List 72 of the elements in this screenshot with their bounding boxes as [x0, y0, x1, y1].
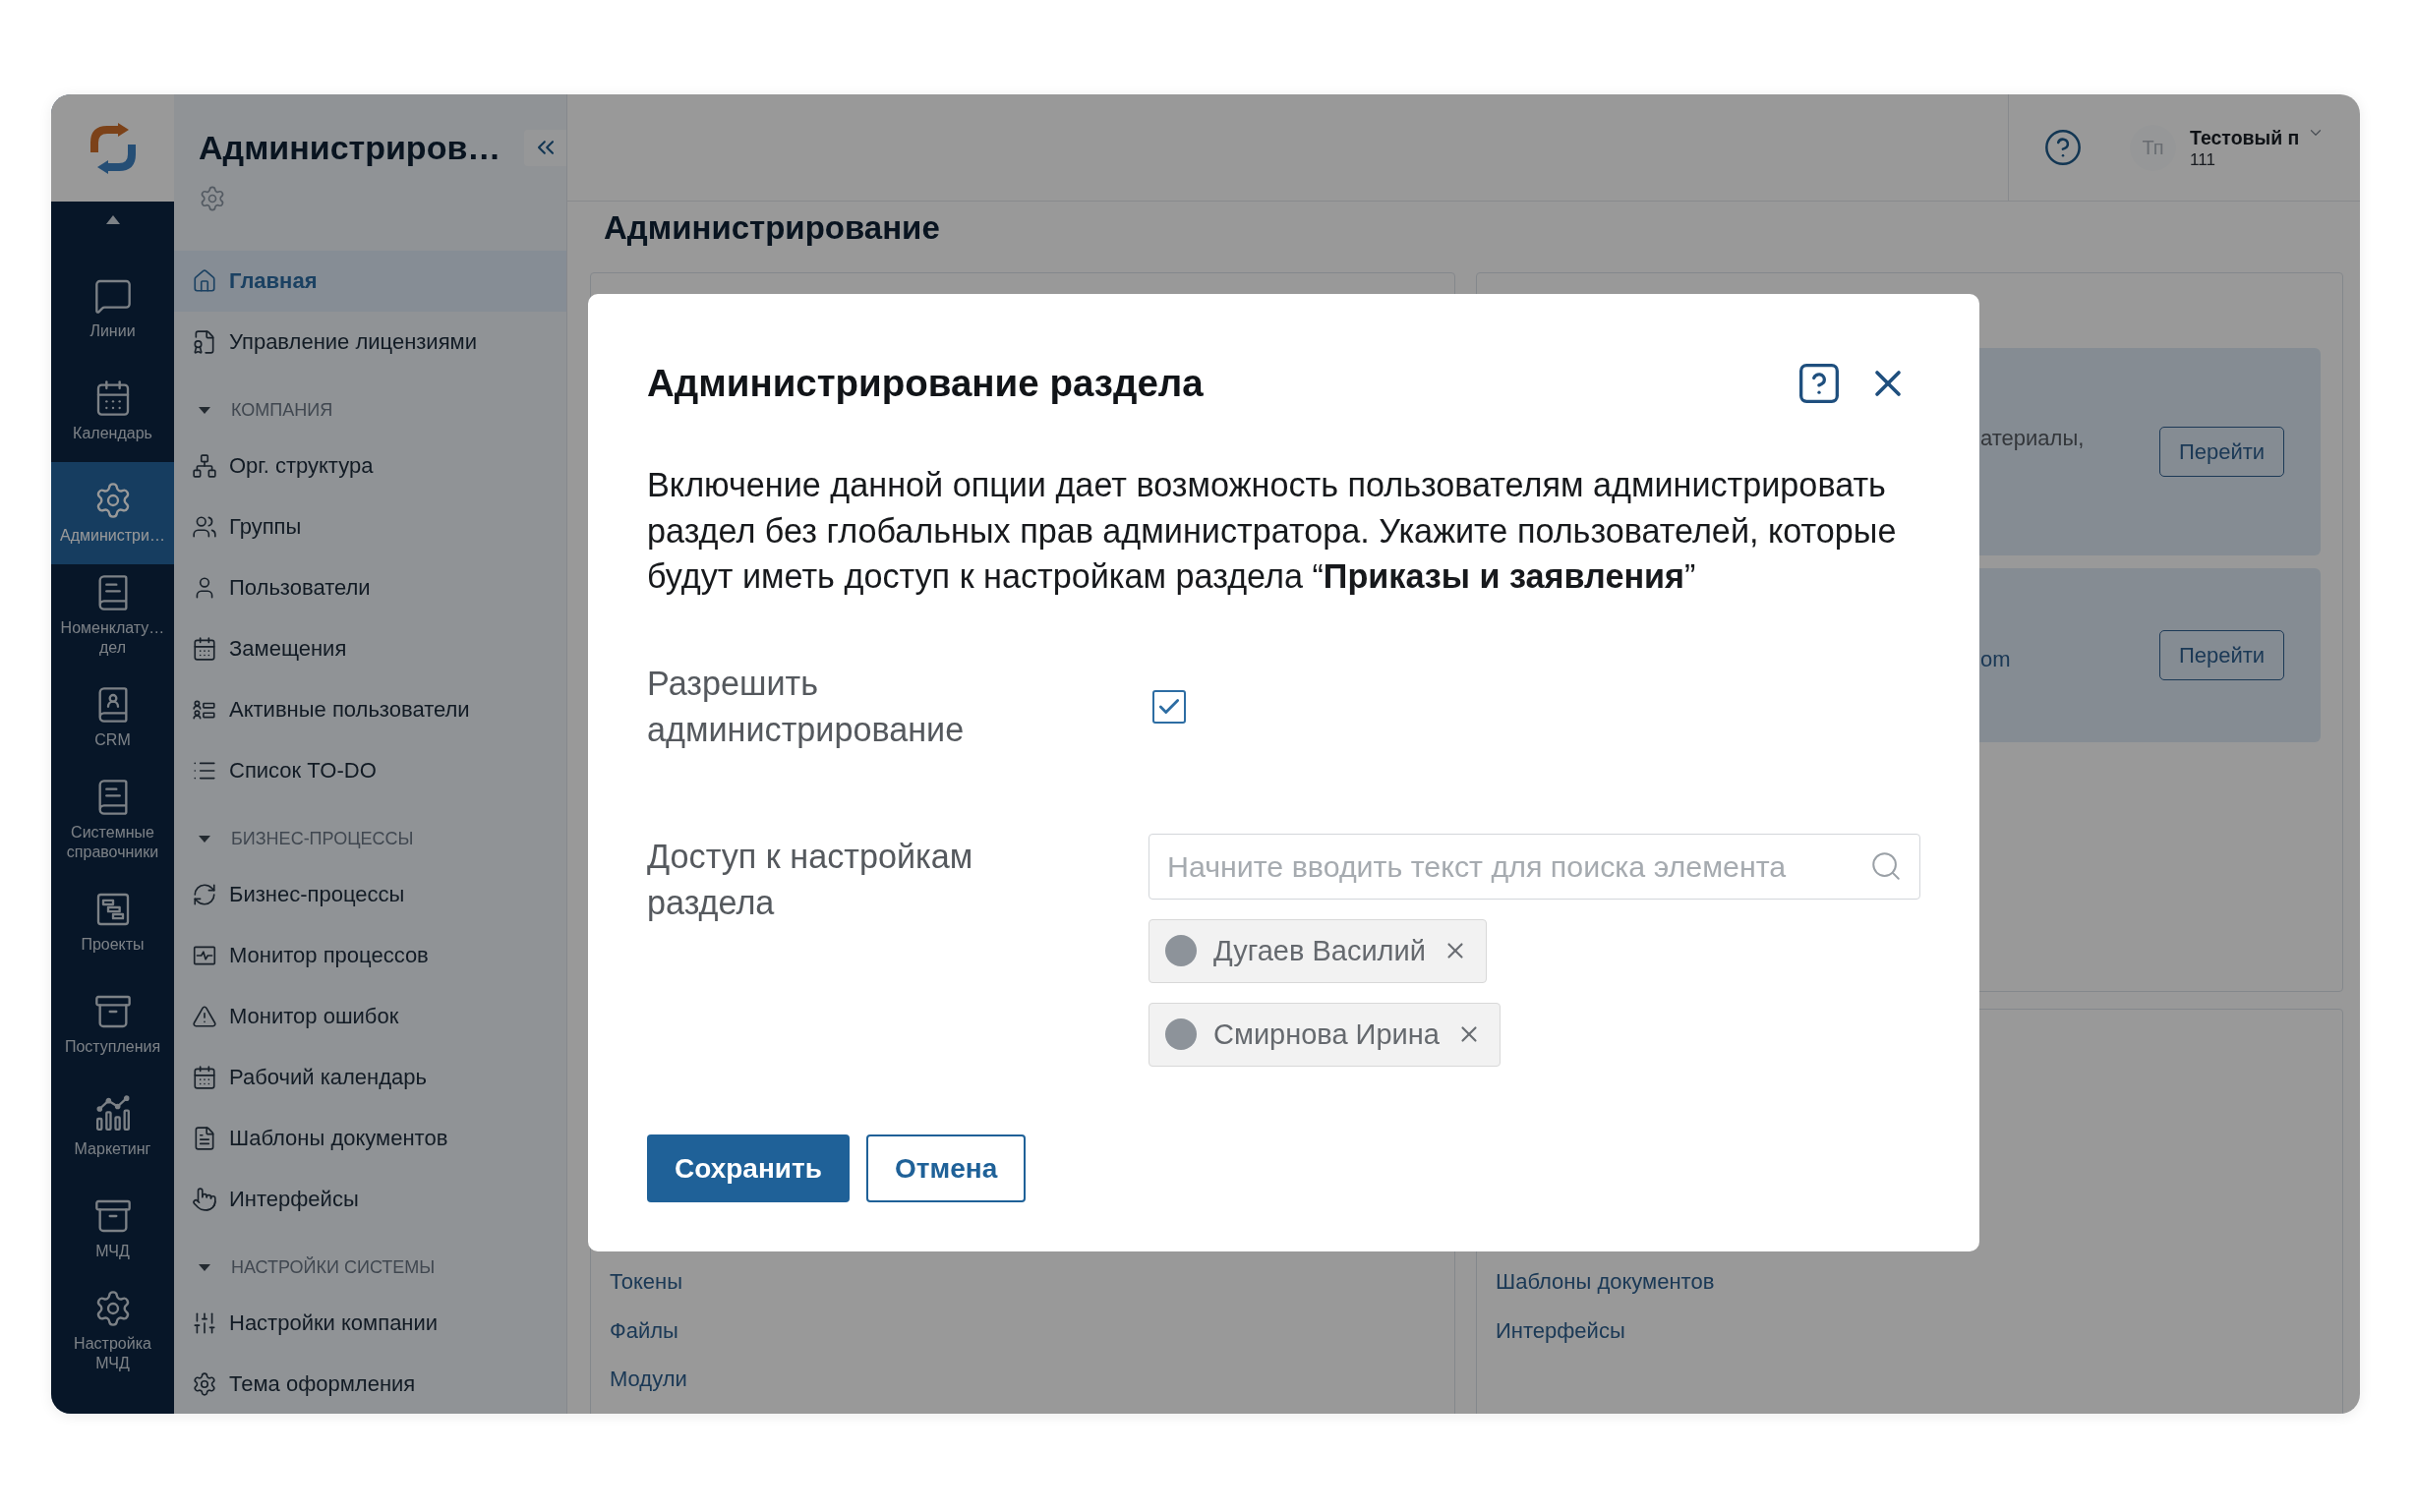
go-button[interactable]: Перейти — [2159, 630, 2284, 680]
home-icon — [192, 268, 217, 294]
save-button[interactable]: Сохранить — [647, 1134, 850, 1202]
sidebar-item[interactable]: Шаблоны документов — [174, 1108, 566, 1169]
warning-icon — [192, 1004, 217, 1029]
page-title: Администрирование — [604, 208, 941, 248]
rail-item[interactable]: Линии — [51, 258, 174, 360]
panel-text: атериалы, — [1980, 425, 2086, 451]
calendar-icon — [192, 1065, 217, 1090]
dialog-title: Администрирование раздела — [647, 361, 1204, 406]
settings-icon[interactable] — [199, 185, 226, 212]
nav-link[interactable]: Шаблоны документов — [1496, 1257, 1715, 1307]
rail-item[interactable]: Системные справочники — [51, 769, 174, 871]
calendar-icon — [192, 636, 217, 662]
settings-icon — [192, 1371, 217, 1397]
sidebar-item[interactable]: Пользователи — [174, 557, 566, 618]
dialog-description: Включение данной опции дает возможность пользователям администрировать раздел без глобальных прав администратора. Укажите пользователей, которые будут иметь доступ к настройкам раздела “Приказы и заявления” — [647, 465, 1898, 597]
sidebar-item[interactable]: Главная — [174, 251, 566, 312]
nav-link[interactable]: Токены — [610, 1257, 683, 1307]
sidebar-item[interactable]: Бизнес-процессы — [174, 864, 566, 925]
section-toggle[interactable]: КОМПАНИЯ — [174, 373, 566, 436]
rail-item[interactable]: Маркетинг — [51, 1076, 174, 1178]
sidebar-item[interactable]: Монитор процессов — [174, 925, 566, 986]
field-label: Доступ к настройкам раздела — [647, 836, 974, 923]
sidebar-item[interactable]: Тема оформления — [174, 1354, 566, 1414]
sidebar-title: Администриров… — [199, 128, 501, 167]
field-label: Разрешить администрирование — [647, 663, 966, 750]
users-icon — [192, 514, 217, 540]
checkbox[interactable] — [1152, 689, 1186, 724]
nav-link[interactable]: Модули — [610, 1355, 687, 1404]
sidebar-item[interactable]: Рабочий календарь — [174, 1047, 566, 1108]
help-button[interactable] — [2043, 128, 2083, 167]
search-field[interactable]: Начните вводить текст для поиска элемента — [1149, 833, 1920, 900]
help-icon — [1797, 362, 1841, 405]
refresh-icon — [192, 882, 217, 907]
sidebar-item[interactable]: Настройки компании — [174, 1293, 566, 1354]
sidebar-item[interactable]: Интерфейсы — [174, 1169, 566, 1230]
rail-item[interactable]: Поступления — [51, 973, 174, 1076]
hand-pointer-icon — [192, 1187, 217, 1212]
nav-link[interactable]: Интерфейсы — [1496, 1306, 1625, 1355]
user-name: Дугаев Василий — [1213, 934, 1426, 967]
sidebar-item[interactable]: Список TO-DO — [174, 740, 566, 801]
scroll-up-icon[interactable] — [105, 215, 120, 224]
avatar-placeholder — [1165, 1018, 1197, 1050]
rail-item[interactable]: МЧД — [51, 1178, 174, 1280]
panel-link[interactable]: om — [1980, 646, 2159, 672]
rail-item[interactable]: Календарь — [51, 360, 174, 462]
sidebar-item[interactable]: Группы — [174, 496, 566, 557]
sliders-icon — [192, 1310, 217, 1336]
rail-item[interactable]: Администри… — [51, 462, 174, 564]
sidebar-item[interactable]: Управление лицензиями — [174, 312, 566, 373]
rail-item[interactable]: Проекты — [51, 871, 174, 973]
user-name: Смирнова Ирина — [1213, 1018, 1440, 1051]
rail-item[interactable]: CRM — [51, 667, 174, 769]
user-number: 111 — [2190, 148, 2215, 170]
org-chart-icon — [192, 453, 217, 479]
sidebar-item[interactable]: Орг. структура — [174, 436, 566, 496]
rail-item[interactable]: Настройка МЧД — [51, 1280, 174, 1382]
help-icon — [2043, 128, 2083, 167]
nav-link[interactable]: Файлы — [610, 1306, 678, 1355]
collapse-button[interactable] — [524, 129, 566, 166]
section-toggle[interactable]: БИЗНЕС-ПРОЦЕССЫ — [174, 801, 566, 864]
sidebar-item[interactable]: Монитор ошибок — [174, 986, 566, 1047]
go-button[interactable]: Перейти — [2159, 427, 2284, 477]
help-button[interactable] — [1797, 362, 1841, 405]
user-name[interactable]: Тестовый п — [2190, 125, 2300, 149]
sidebar-item[interactable]: Замещения — [174, 618, 566, 679]
cancel-button[interactable]: Отмена — [865, 1134, 1027, 1202]
section-toggle[interactable]: НАСТРОЙКИ СИСТЕМЫ — [174, 1230, 566, 1293]
rail-item[interactable]: Номенклату… дел — [51, 564, 174, 667]
sidebar-item[interactable]: Активные пользователи — [174, 679, 566, 740]
avatar-placeholder — [1165, 935, 1197, 966]
